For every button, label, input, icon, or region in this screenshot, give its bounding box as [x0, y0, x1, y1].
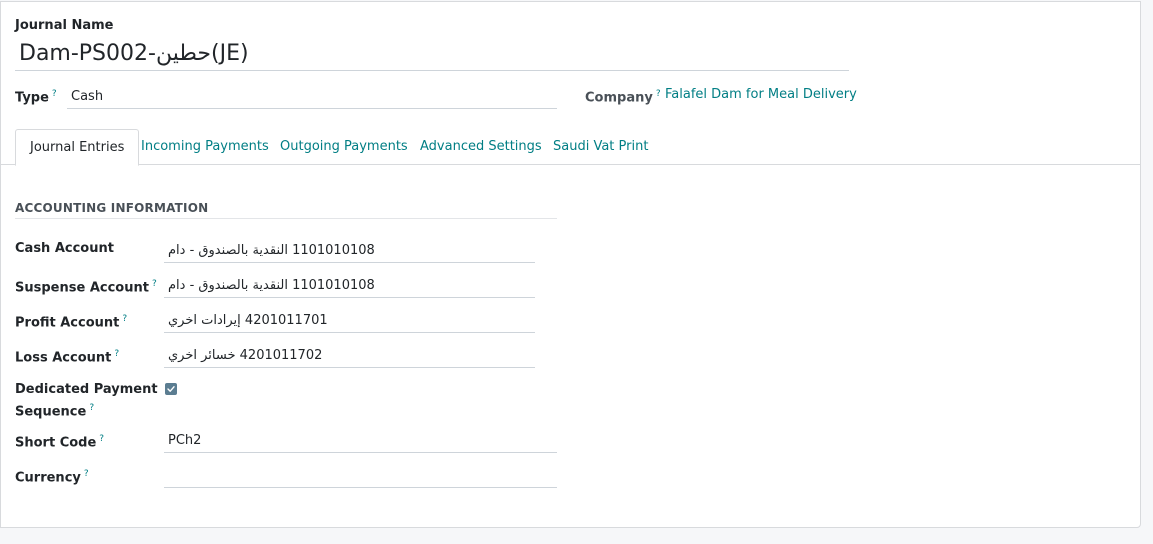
- type-value[interactable]: Cash: [71, 89, 103, 105]
- tab-saudi-vat-print[interactable]: Saudi Vat Print: [539, 129, 662, 165]
- profit-account-field[interactable]: 4201011701 إيرادات اخري: [164, 309, 535, 333]
- tab-outgoing-payments[interactable]: Outgoing Payments: [266, 129, 422, 165]
- short-code-label-text: Short Code: [15, 435, 97, 451]
- cash-account-field[interactable]: 1101010108 النقدية بالصندوق - دام: [164, 239, 535, 263]
- short-code-field[interactable]: PCh2: [164, 429, 557, 453]
- dedicated-label-line-2-text: Sequence: [15, 404, 87, 420]
- currency-field[interactable]: [164, 464, 557, 488]
- cash-account-value[interactable]: 1101010108 النقدية بالصندوق - دام: [168, 243, 375, 259]
- help-icon[interactable]: ?: [152, 279, 157, 289]
- check-icon: [167, 386, 175, 392]
- company-label: Company?: [585, 85, 661, 107]
- profit-account-value[interactable]: 4201011701 إيرادات اخري: [168, 313, 328, 329]
- help-icon[interactable]: ?: [122, 314, 127, 324]
- accounting-section-title: ACCOUNTING INFORMATION: [15, 201, 557, 219]
- company-label-text: Company: [585, 90, 653, 106]
- currency-label: Currency?: [15, 465, 89, 487]
- form-sheet: Journal Name Dam-PS002-حطين(JE) Type? Ca…: [0, 1, 1141, 528]
- help-icon[interactable]: ?: [99, 434, 104, 444]
- help-icon[interactable]: ?: [89, 403, 94, 413]
- dedicated-payment-sequence-label: Dedicated Payment Sequence?: [15, 381, 158, 421]
- tab-advanced-settings[interactable]: Advanced Settings: [406, 129, 556, 165]
- dedicated-payment-sequence-checkbox[interactable]: [165, 383, 177, 395]
- journal-name-value[interactable]: Dam-PS002-حطين(JE): [19, 41, 249, 67]
- loss-account-label-text: Loss Account: [15, 350, 112, 366]
- company-link[interactable]: Falafel Dam for Meal Delivery: [665, 87, 857, 103]
- type-label-text: Type: [15, 90, 49, 106]
- profit-account-label: Profit Account?: [15, 310, 127, 332]
- help-icon[interactable]: ?: [656, 89, 661, 99]
- cash-account-label: Cash Account: [15, 241, 114, 256]
- loss-account-label: Loss Account?: [15, 345, 119, 367]
- suspense-account-label: Suspense Account?: [15, 275, 157, 297]
- suspense-account-field[interactable]: 1101010108 النقدية بالصندوق - دام: [164, 274, 535, 298]
- notebook-tabs: Journal Entries Incoming Payments Outgoi…: [1, 129, 1140, 166]
- suspense-account-label-text: Suspense Account: [15, 280, 149, 296]
- journal-name-label: Journal Name: [15, 18, 114, 33]
- short-code-label: Short Code?: [15, 430, 104, 452]
- loss-account-value[interactable]: 4201011702 خسائر اخري: [168, 348, 322, 364]
- help-icon[interactable]: ?: [52, 89, 57, 99]
- suspense-account-value[interactable]: 1101010108 النقدية بالصندوق - دام: [168, 278, 375, 294]
- type-field[interactable]: Cash: [67, 85, 557, 109]
- type-label: Type?: [15, 85, 57, 107]
- loss-account-field[interactable]: 4201011702 خسائر اخري: [164, 344, 535, 368]
- help-icon[interactable]: ?: [84, 469, 89, 479]
- dedicated-label-line-2: Sequence?: [15, 399, 158, 421]
- currency-label-text: Currency: [15, 470, 81, 486]
- help-icon[interactable]: ?: [114, 349, 119, 359]
- profit-account-label-text: Profit Account: [15, 315, 120, 331]
- tab-journal-entries[interactable]: Journal Entries: [15, 129, 140, 166]
- dedicated-label-line-1: Dedicated Payment: [15, 382, 158, 397]
- journal-name-field[interactable]: Dam-PS002-حطين(JE): [15, 38, 849, 71]
- short-code-value[interactable]: PCh2: [168, 433, 201, 449]
- tab-incoming-payments[interactable]: Incoming Payments: [127, 129, 283, 165]
